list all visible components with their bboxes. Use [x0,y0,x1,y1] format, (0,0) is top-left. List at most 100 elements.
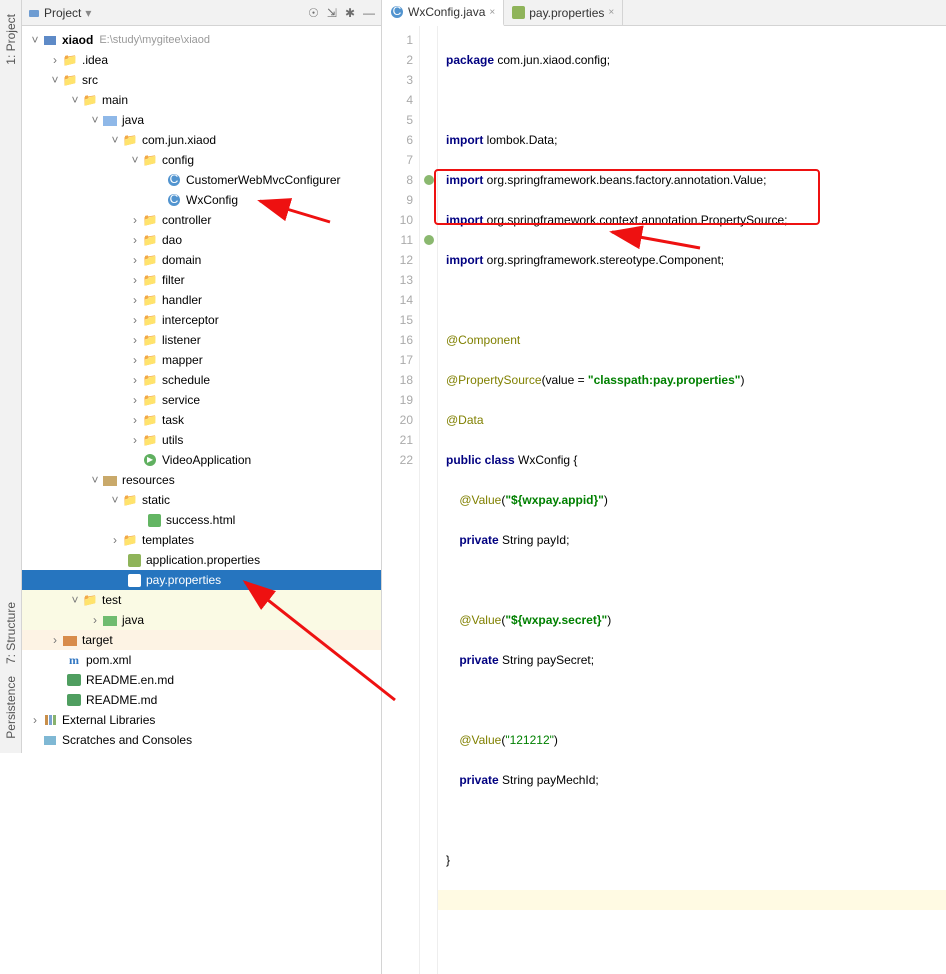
tree-node-utils[interactable]: ›📁utils [22,430,381,450]
module-icon [42,32,58,48]
tree-node-schedule[interactable]: ›📁schedule [22,370,381,390]
editor-body[interactable]: 12345678910111213141516171819202122 pack… [382,26,946,974]
props-icon [126,572,142,588]
tree-node-config[interactable]: ˅📁config [22,150,381,170]
tree-node-success[interactable]: ·success.html [22,510,381,530]
package-icon: 📁 [142,352,158,368]
package-icon: 📁 [142,212,158,228]
package-icon: 📁 [142,252,158,268]
package-icon: 📁 [122,132,138,148]
expand-icon[interactable]: ⇲ [327,6,337,20]
md-icon [66,672,82,688]
res-folder-icon [102,472,118,488]
tree-node-readmeen[interactable]: ·README.en.md [22,670,381,690]
tree-node-interceptor[interactable]: ›📁interceptor [22,310,381,330]
tree-node-videoapp[interactable]: ·▸VideoApplication [22,450,381,470]
package-icon: 📁 [142,332,158,348]
tree-node-java[interactable]: ˅java [22,110,381,130]
tab-structure-tool[interactable]: 7: Structure [2,596,20,670]
close-icon[interactable]: × [608,7,614,18]
editor-tabs: C WxConfig.java× pay.properties× [382,0,946,26]
bean-gutter-icon[interactable] [423,174,435,186]
tree-node-payprops[interactable]: ·pay.properties [22,570,381,590]
folder-icon: 📁 [122,492,138,508]
src-folder-icon [102,112,118,128]
project-title[interactable]: Project ▾ [28,6,91,20]
tree-node-readme[interactable]: ·README.md [22,690,381,710]
bean-gutter-icon[interactable] [423,234,435,246]
svg-text:▸: ▸ [147,453,153,466]
tree-node-idea[interactable]: ›📁.idea [22,50,381,70]
class-icon: ▸ [142,452,158,468]
tree-node-listener[interactable]: ›📁listener [22,330,381,350]
tree-node-package[interactable]: ˅📁com.jun.xiaod [22,130,381,150]
svg-text:C: C [393,5,402,18]
folder-icon: 📁 [62,72,78,88]
tree-node-scratch[interactable]: ·Scratches and Consoles [22,730,381,750]
md-icon [66,692,82,708]
tree-node-handler[interactable]: ›📁handler [22,290,381,310]
tree-node-static[interactable]: ˅📁static [22,490,381,510]
package-icon: 📁 [142,312,158,328]
project-view-icon [28,7,40,19]
tree-node-pom[interactable]: ·mpom.xml [22,650,381,670]
tab-persistence-tool[interactable]: Persistence [2,670,20,745]
package-icon: 📁 [142,232,158,248]
tree-node-appprops[interactable]: ·application.properties [22,550,381,570]
hide-icon[interactable]: — [363,6,375,20]
tree-node-test[interactable]: ˅📁test [22,590,381,610]
gutter-marks [420,26,438,974]
props-icon [126,552,142,568]
tab-project-tool[interactable]: 1: Project [2,8,20,71]
props-icon [512,6,525,19]
library-icon [42,712,58,728]
package-icon: 📁 [142,292,158,308]
project-tree[interactable]: ˅xiaodE:\study\mygitee\xiaod ›📁.idea ˅📁s… [22,26,381,974]
tab-payprops[interactable]: pay.properties× [504,0,623,25]
tree-node-resources[interactable]: ˅resources [22,470,381,490]
tree-node-templates[interactable]: ›📁templates [22,530,381,550]
tab-wxconfig[interactable]: C WxConfig.java× [382,0,504,26]
close-icon[interactable]: × [489,7,495,18]
tree-node-domain[interactable]: ›📁domain [22,250,381,270]
folder-icon: 📁 [82,592,98,608]
tree-node-wxconfig[interactable]: ·CWxConfig [22,190,381,210]
tool-window-bar: 1: Project 7: Structure Persistence [0,0,22,753]
svg-text:C: C [170,173,179,186]
tree-node-target[interactable]: ›target [22,630,381,650]
project-panel: Project ▾ ☉ ⇲ ✱ — ˅xiaodE:\study\mygitee… [22,0,382,974]
tree-node-customer[interactable]: ·CCustomerWebMvcConfigurer [22,170,381,190]
tree-node-mapper[interactable]: ›📁mapper [22,350,381,370]
locate-icon[interactable]: ☉ [308,6,319,20]
code-area[interactable]: package com.jun.xiaod.config; import lom… [438,26,946,974]
settings-icon[interactable]: ✱ [345,6,355,20]
tree-node-extlib[interactable]: ›External Libraries [22,710,381,730]
tree-node-root[interactable]: ˅xiaodE:\study\mygitee\xiaod [22,30,381,50]
line-gutter: 12345678910111213141516171819202122 [382,26,420,974]
annotation-highlight-box [434,169,820,225]
tree-node-service[interactable]: ›📁service [22,390,381,410]
scratch-icon [42,732,58,748]
class-icon: C [390,5,404,19]
test-folder-icon [102,612,118,628]
excl-folder-icon [62,632,78,648]
folder-icon: 📁 [122,532,138,548]
package-icon: 📁 [142,392,158,408]
class-icon: C [166,172,182,188]
package-icon: 📁 [142,372,158,388]
editor-panel: C WxConfig.java× pay.properties× 1234567… [382,0,946,974]
tree-node-controller[interactable]: ›📁controller [22,210,381,230]
tree-node-main[interactable]: ˅📁main [22,90,381,110]
package-icon: 📁 [142,412,158,428]
package-icon: 📁 [142,152,158,168]
tree-node-filter[interactable]: ›📁filter [22,270,381,290]
tree-node-src[interactable]: ˅📁src [22,70,381,90]
tree-node-testjava[interactable]: ›java [22,610,381,630]
tree-node-dao[interactable]: ›📁dao [22,230,381,250]
class-icon: C [166,192,182,208]
svg-text:C: C [170,193,179,206]
package-icon: 📁 [142,432,158,448]
tree-node-task[interactable]: ›📁task [22,410,381,430]
package-icon: 📁 [142,272,158,288]
maven-icon: m [66,652,82,668]
